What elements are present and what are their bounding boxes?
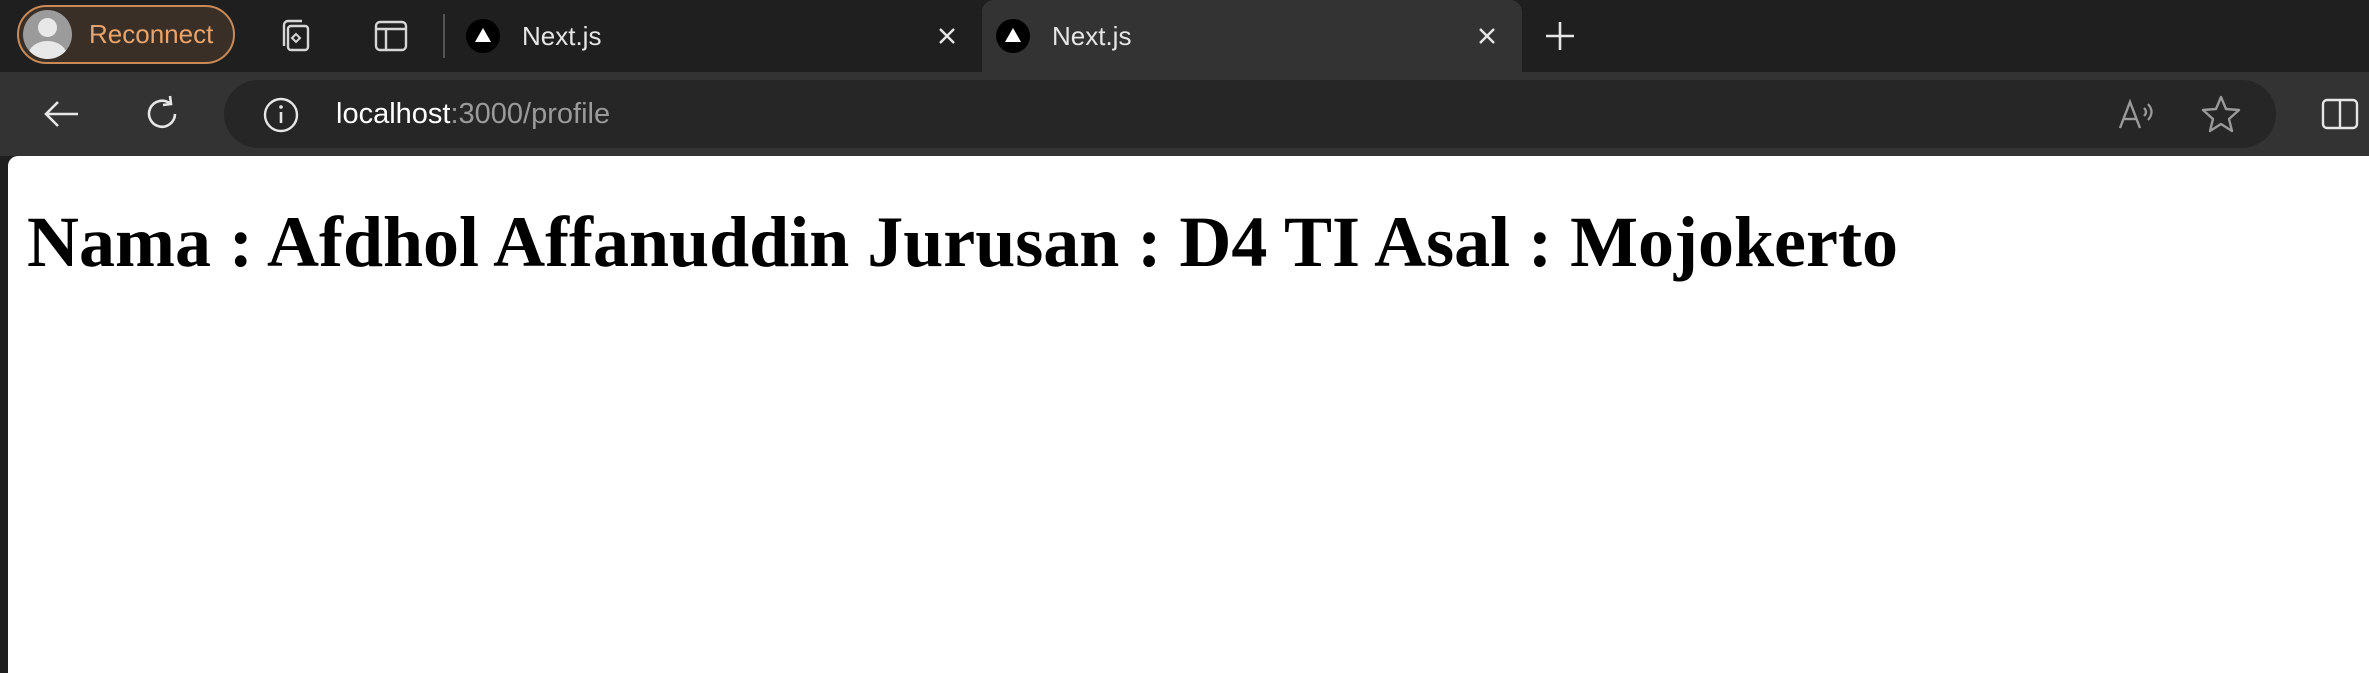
refresh-icon[interactable] bbox=[140, 92, 184, 136]
page-heading: Nama : Afdhol Affanuddin Jurusan : D4 TI… bbox=[27, 202, 1898, 282]
page-viewport: Nama : Afdhol Affanuddin Jurusan : D4 TI… bbox=[8, 156, 2369, 673]
browser-window: Reconnect Next.js Next.js localhost:3000… bbox=[0, 0, 2369, 673]
plus-icon[interactable] bbox=[1538, 14, 1582, 58]
nextjs-favicon-icon bbox=[996, 19, 1030, 53]
profile-label: Reconnect bbox=[89, 19, 214, 49]
tab-nextjs-2-active[interactable]: Next.js bbox=[982, 0, 1522, 72]
avatar-icon bbox=[23, 10, 72, 59]
browser-toolbar: localhost:3000/profile bbox=[0, 72, 2369, 156]
close-icon[interactable] bbox=[930, 19, 964, 53]
workspaces-icon[interactable] bbox=[276, 16, 316, 56]
back-arrow-icon[interactable] bbox=[40, 92, 84, 136]
tab-title: Next.js bbox=[1052, 20, 1132, 51]
tab-strip-separator bbox=[443, 14, 445, 58]
profile-reconnect-button[interactable]: Reconnect bbox=[17, 5, 235, 64]
star-icon[interactable] bbox=[2200, 94, 2242, 134]
tab-nextjs-1[interactable]: Next.js bbox=[452, 0, 982, 72]
tab-actions-icon[interactable] bbox=[371, 16, 411, 56]
info-icon[interactable] bbox=[262, 96, 300, 134]
tab-strip: Reconnect Next.js Next.js bbox=[0, 0, 2369, 72]
tab-title: Next.js bbox=[522, 20, 602, 51]
url-host: localhost bbox=[336, 98, 451, 130]
url-path: :3000/profile bbox=[450, 98, 611, 130]
nextjs-favicon-icon bbox=[466, 19, 500, 53]
read-aloud-icon[interactable] bbox=[2116, 94, 2158, 134]
address-bar[interactable]: localhost:3000/profile bbox=[224, 80, 2276, 148]
split-screen-icon[interactable] bbox=[2320, 94, 2360, 134]
close-icon[interactable] bbox=[1470, 19, 1504, 53]
address-bar-url[interactable]: localhost:3000/profile bbox=[336, 96, 610, 132]
